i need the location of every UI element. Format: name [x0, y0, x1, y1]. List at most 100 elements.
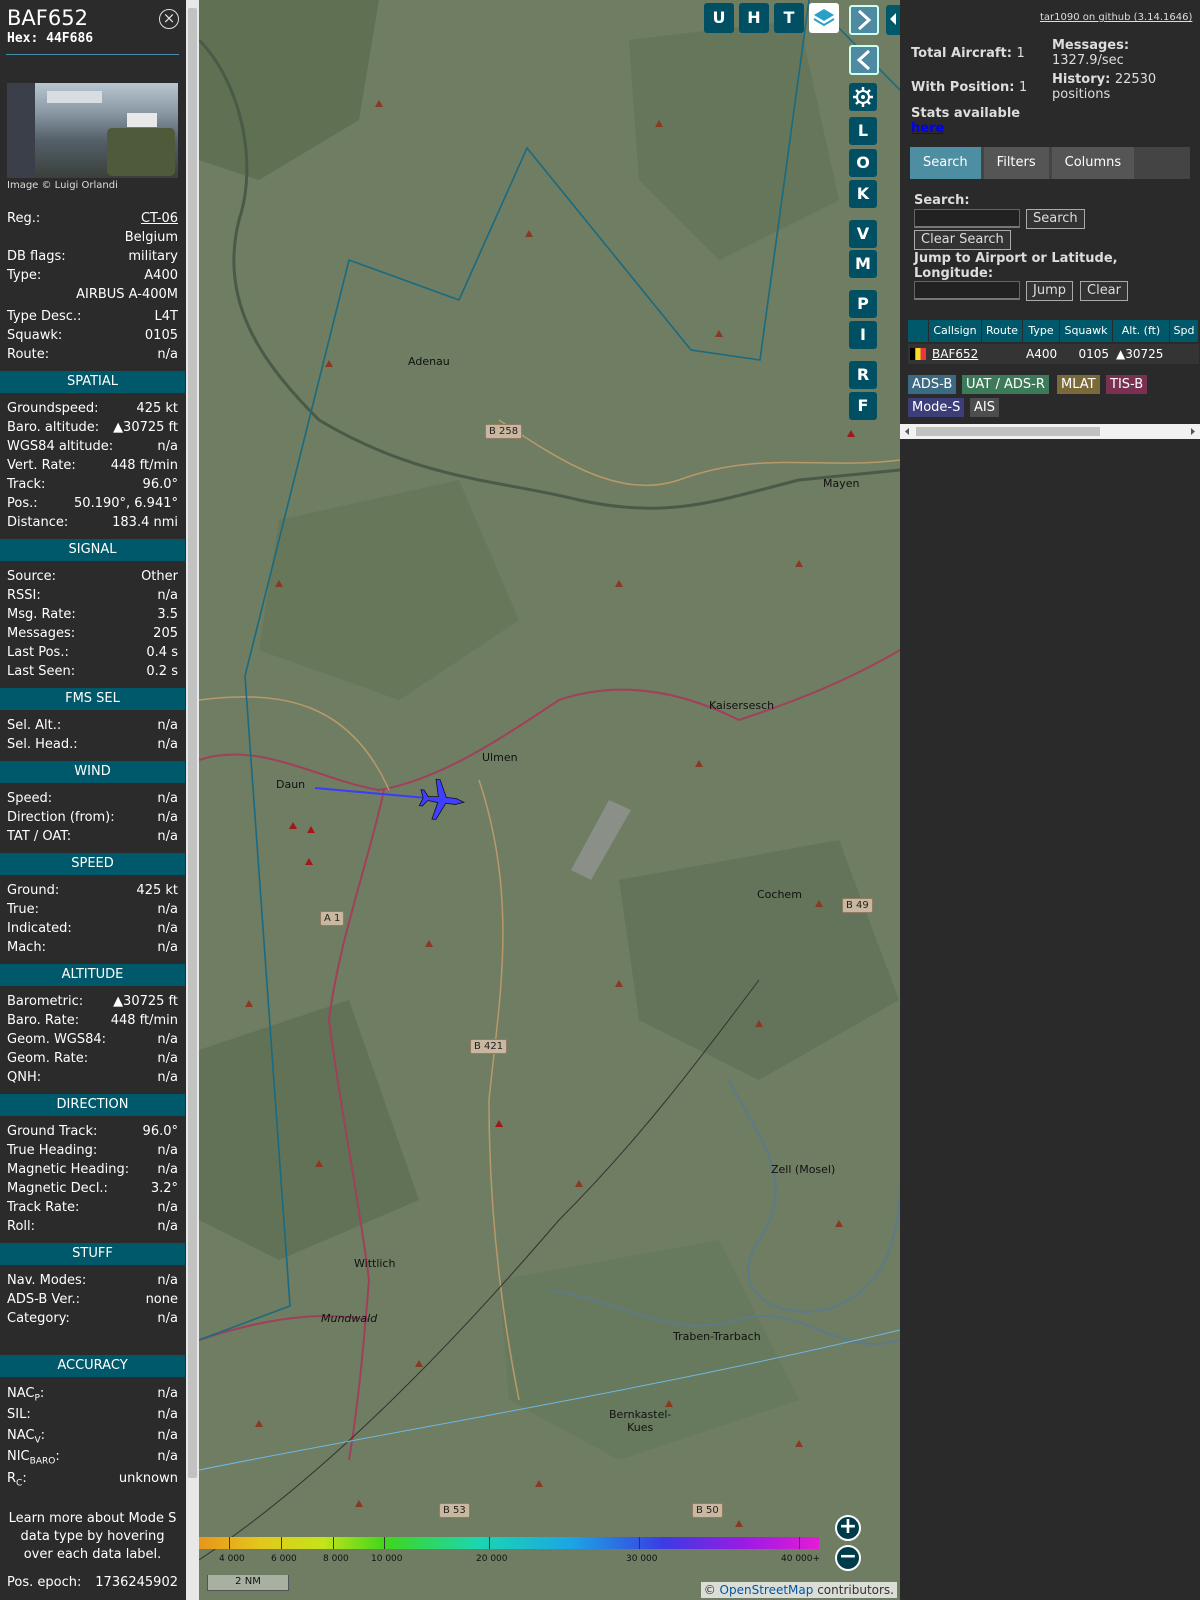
column-callsign[interactable]: Callsign [929, 320, 981, 342]
column-speed[interactable]: Spd [1170, 320, 1198, 342]
stats-link[interactable]: here [911, 121, 944, 136]
info-scrollbar[interactable] [186, 0, 199, 1600]
toolbar-button-k[interactable]: K [849, 180, 877, 208]
nacv-value: n/a [157, 1428, 178, 1443]
altitude-value: n/a [157, 1032, 178, 1047]
legend-adsb: ADS-B [908, 375, 957, 394]
hex-value: 44F686 [46, 31, 94, 46]
layers-icon[interactable] [809, 3, 839, 33]
direction-row: Magnetic Decl.: 3.2° [0, 1179, 185, 1198]
road-b421: B 421 [470, 1039, 508, 1054]
country-row: Belgium [0, 228, 185, 247]
chevron-left-icon[interactable] [849, 45, 879, 75]
sil-label: SIL: [7, 1407, 31, 1422]
place-ulmen: Ulmen [482, 751, 518, 764]
place-zell: Zell (Mosel) [771, 1163, 836, 1176]
distance-scale-bar: 2 NM [207, 1575, 289, 1591]
table-row[interactable]: BAF652 A400 0105 ▲30725 [908, 344, 1199, 364]
toolbar-button-l[interactable]: L [849, 117, 877, 145]
row-type: A400 [1026, 347, 1058, 361]
expand-panel-icon[interactable] [886, 5, 900, 35]
spatial-rows: Groundspeed: 425 kt Baro. altitude: ▲30725 … [0, 399, 185, 532]
direction-row: Magnetic Heading: n/a [0, 1160, 185, 1179]
scale-label-40000: 40 000+ [781, 1554, 821, 1564]
spatial-row: Distance: 183.4 nmi [0, 513, 185, 532]
nacv-row: NACV: n/a [0, 1425, 185, 1446]
row-callsign[interactable]: BAF652 [929, 344, 981, 364]
signal-value: 3.5 [157, 607, 178, 622]
sil-row: SIL: n/a [0, 1404, 185, 1425]
stuff-value: none [145, 1292, 178, 1307]
clear-button[interactable]: Clear [1080, 281, 1128, 301]
toolbar-button-h[interactable]: H [739, 3, 769, 33]
column-type[interactable]: Type [1023, 320, 1059, 342]
spatial-row: Groundspeed: 425 kt [0, 399, 185, 418]
toolbar-button-p[interactable]: P [849, 290, 877, 318]
rc-row: RC: unknown [0, 1468, 185, 1490]
jump-button[interactable]: Jump [1026, 281, 1073, 301]
column-altitude[interactable]: Alt. (ft) [1113, 320, 1169, 342]
scale-label-8000: 8 000 [323, 1554, 349, 1564]
signal-label: Msg. Rate: [7, 607, 76, 622]
close-icon[interactable]: × [159, 9, 179, 29]
signal-label: Messages: [7, 626, 76, 641]
scale-label-20000: 20 000 [476, 1554, 508, 1564]
row-altitude: ▲30725 [1116, 347, 1164, 361]
map-view[interactable]: Adenau Mayen Kaisersesch Ulmen Daun Coch… [199, 0, 900, 1600]
altitude-label: Baro. Rate: [7, 1013, 80, 1028]
toolbar-button-o[interactable]: O [849, 149, 877, 177]
stuff-row: ADS-B Ver.: none [0, 1290, 185, 1309]
tab-filters[interactable]: Filters [983, 147, 1049, 179]
direction-value: n/a [157, 1162, 178, 1177]
fms-value: n/a [157, 737, 178, 752]
table-scrollbar-thumb[interactable] [916, 427, 1100, 436]
scroll-right-arrow-icon[interactable] [1188, 424, 1198, 439]
direction-label: Track Rate: [7, 1200, 80, 1215]
column-squawk[interactable]: Squawk [1060, 320, 1112, 342]
aircraft-photo[interactable] [7, 83, 178, 178]
stuff-value: n/a [157, 1273, 178, 1288]
info-scrollbar-thumb[interactable] [188, 8, 197, 1478]
reg-link[interactable]: CT-06 [141, 209, 178, 228]
spatial-value: 425 kt [136, 401, 178, 416]
section-spatial: SPATIAL [0, 371, 185, 393]
direction-value: n/a [157, 1219, 178, 1234]
toolbar-button-u[interactable]: U [704, 3, 734, 33]
chevron-right-icon[interactable] [849, 5, 879, 35]
gear-icon[interactable] [849, 83, 877, 111]
toolbar-button-m[interactable]: M [849, 250, 877, 278]
toolbar-button-f[interactable]: F [849, 392, 877, 420]
clear-search-button[interactable]: Clear Search [914, 230, 1011, 250]
zoom-in-button[interactable]: + [835, 1515, 861, 1541]
signal-row: Last Seen: 0.2 s [0, 662, 185, 681]
wind-label: Speed: [7, 791, 53, 806]
aircraft-list-panel: tar1090 on github (3.14.1646) Total Airc… [900, 0, 1200, 1600]
reg-label: Reg.: [7, 211, 41, 226]
tab-columns[interactable]: Columns [1051, 147, 1135, 179]
speed-row: Indicated: n/a [0, 919, 185, 938]
signal-label: Last Pos.: [7, 645, 69, 660]
toolbar-button-i[interactable]: I [849, 321, 877, 349]
search-input[interactable] [914, 209, 1020, 228]
place-wittlich: Wittlich [354, 1257, 396, 1270]
signal-value: 0.4 s [146, 645, 178, 660]
signal-label: Last Seen: [7, 664, 76, 679]
scroll-left-arrow-icon[interactable] [902, 424, 912, 439]
sil-value: n/a [157, 1407, 178, 1422]
flag-column-header[interactable] [908, 320, 928, 342]
column-route[interactable]: Route [982, 320, 1022, 342]
toolbar-button-t[interactable]: T [774, 3, 804, 33]
jump-input[interactable] [914, 281, 1020, 300]
github-link[interactable]: tar1090 on github (3.14.1646) [1040, 12, 1192, 23]
tab-search[interactable]: Search [910, 147, 981, 179]
openstreetmap-link[interactable]: OpenStreetMap [720, 1583, 814, 1597]
table-horizontal-scrollbar[interactable] [900, 424, 1200, 439]
wind-label: TAT / OAT: [7, 829, 72, 844]
belgium-flag-icon [908, 344, 928, 364]
zoom-out-button[interactable]: − [835, 1545, 861, 1571]
signal-value: 0.2 s [146, 664, 178, 679]
spatial-row: Vert. Rate: 448 ft/min [0, 456, 185, 475]
search-button[interactable]: Search [1026, 209, 1085, 229]
toolbar-button-v[interactable]: V [849, 220, 877, 248]
toolbar-button-r[interactable]: R [849, 361, 877, 389]
